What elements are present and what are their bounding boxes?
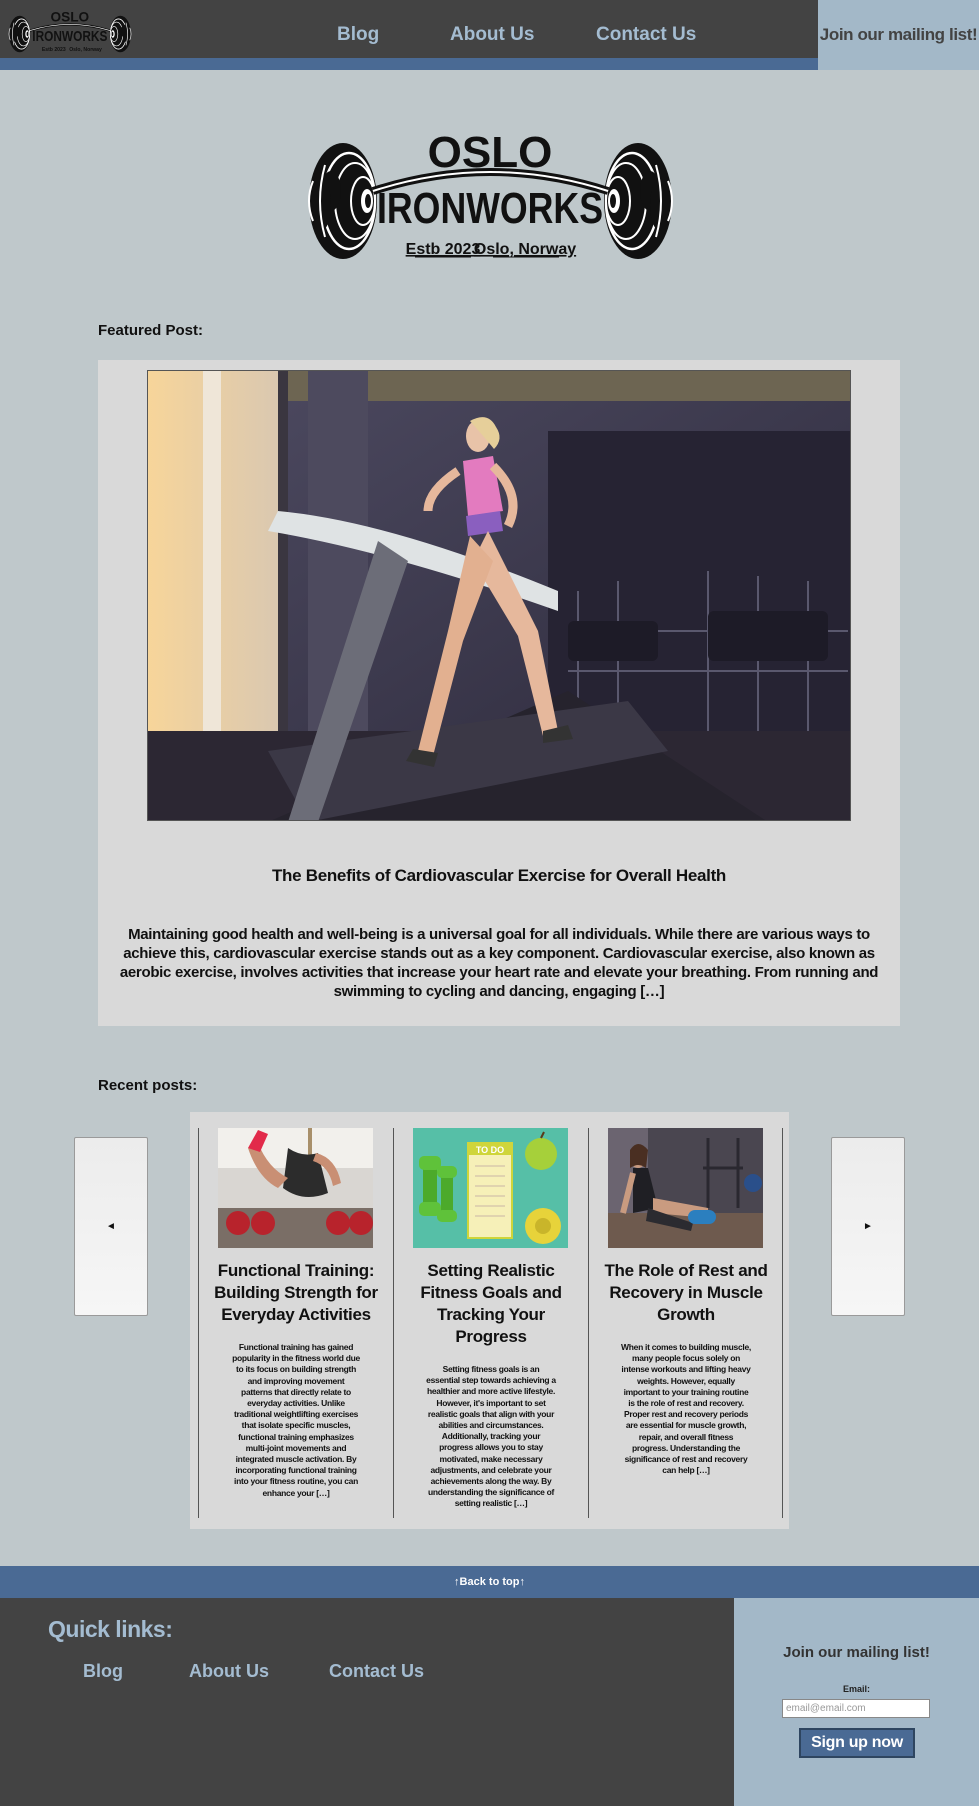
nav-contact-us[interactable]: Contact Us — [596, 24, 696, 46]
post-excerpt: Functional training has gained popularit… — [232, 1342, 360, 1498]
post-title[interactable]: Setting Realistic Fitness Goals and Trac… — [402, 1260, 580, 1348]
post-thumbnail[interactable]: TO DO — [413, 1128, 568, 1248]
post-excerpt: Setting fitness goals is an essential st… — [426, 1364, 556, 1509]
post-excerpt: When it comes to building muscle, many p… — [621, 1342, 751, 1476]
chevron-right-icon: ► — [863, 1221, 873, 1232]
post-thumbnail[interactable] — [608, 1128, 763, 1248]
mailing-list-title: Join our mailing list! — [783, 1644, 930, 1661]
hero-established: Estb 2023 — [406, 241, 481, 258]
hero-brand-top: OSLO — [428, 133, 553, 177]
hero-location: Oslo, Norway — [474, 241, 576, 258]
recent-posts-carousel: Functional Training: Building Strength f… — [190, 1112, 789, 1529]
footer-link-contact-us[interactable]: Contact Us — [329, 1661, 424, 1682]
main-nav: Blog About Us Contact Us — [0, 24, 818, 48]
post-card[interactable]: The Role of Rest and Recovery in Muscle … — [588, 1128, 783, 1518]
featured-post-title[interactable]: The Benefits of Cardiovascular Exercise … — [98, 866, 900, 886]
site-header: OSLO IRONWORKS Estb 2023 Oslo, Norway Bl… — [0, 0, 979, 70]
recent-posts-label: Recent posts: — [98, 1077, 198, 1094]
featured-post-label: Featured Post: — [98, 322, 204, 339]
join-mailing-list-link[interactable]: Join our mailing list! — [818, 0, 979, 70]
post-title[interactable]: The Role of Rest and Recovery in Muscle … — [597, 1260, 775, 1326]
featured-post[interactable]: The Benefits of Cardiovascular Exercise … — [98, 360, 900, 1026]
back-to-top-link[interactable]: ↑Back to top↑ — [0, 1566, 979, 1598]
post-card[interactable]: Functional Training: Building Strength f… — [198, 1128, 393, 1518]
nav-about-us[interactable]: About Us — [450, 24, 534, 46]
carousel-next-button[interactable]: ► — [831, 1137, 905, 1316]
hero-logo: OSLO IRONWORKS Estb 2023 Oslo, Norway — [307, 133, 674, 261]
sign-up-button[interactable]: Sign up now — [799, 1728, 915, 1758]
todo-text: TO DO — [476, 1145, 504, 1155]
footer-link-blog[interactable]: Blog — [83, 1661, 123, 1682]
email-input[interactable] — [782, 1699, 930, 1718]
quick-links-title: Quick links: — [48, 1616, 173, 1642]
email-label: Email: — [842, 1684, 870, 1694]
hero-brand-bottom: IRONWORKS — [377, 184, 603, 233]
brand-name-top: OSLO — [51, 10, 90, 25]
carousel-prev-button[interactable]: ◄ — [74, 1137, 148, 1316]
post-title[interactable]: Functional Training: Building Strength f… — [207, 1260, 385, 1326]
chevron-left-icon: ◄ — [106, 1221, 116, 1232]
post-thumbnail[interactable] — [218, 1128, 373, 1248]
mailing-list-form: Join our mailing list! Email: Sign up no… — [734, 1598, 979, 1806]
featured-post-image[interactable] — [147, 370, 851, 821]
post-card[interactable]: TO DO Setting Realistic Fitness Goals an… — [393, 1128, 588, 1518]
footer-link-about-us[interactable]: About Us — [189, 1661, 269, 1682]
featured-post-excerpt: Maintaining good health and well-being i… — [119, 926, 879, 1000]
site-footer: Quick links: Blog About Us Contact Us Jo… — [0, 1598, 979, 1806]
nav-blog[interactable]: Blog — [337, 24, 379, 46]
